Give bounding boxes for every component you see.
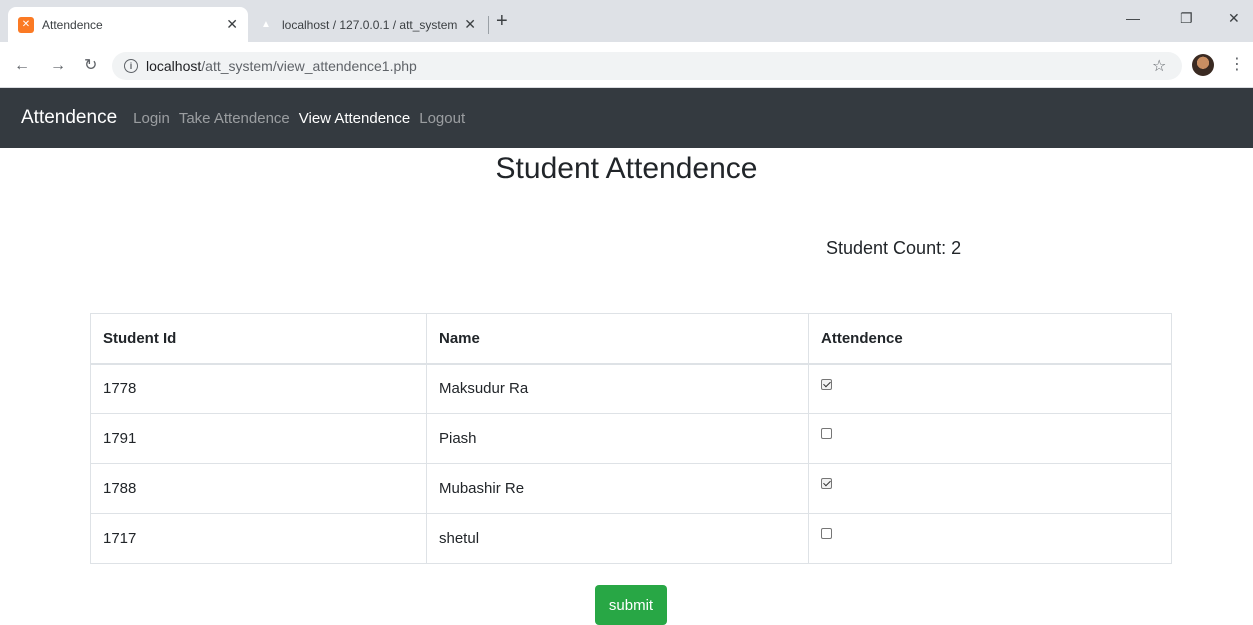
table-row: 1778 Maksudur Ra bbox=[90, 363, 1172, 414]
student-id-cell: 1791 bbox=[90, 413, 427, 464]
url-host: localhost bbox=[146, 58, 202, 74]
nav-link-login[interactable]: Login bbox=[133, 110, 170, 127]
student-name-cell: Maksudur Ra bbox=[426, 363, 809, 414]
back-icon[interactable]: ← bbox=[14, 56, 30, 76]
minimize-icon[interactable]: — bbox=[1126, 10, 1140, 26]
tab-title: localhost / 127.0.0.1 / att_system bbox=[282, 17, 458, 32]
tab-phpmyadmin[interactable]: ▲ localhost / 127.0.0.1 / att_system ✕ bbox=[248, 7, 486, 42]
browser-tab-bar: ✕ Attendence ✕ ▲ localhost / 127.0.0.1 /… bbox=[0, 0, 1253, 42]
url-path: /att_system/view_attendence1.php bbox=[201, 58, 417, 74]
nav-link-take-attendence[interactable]: Take Attendence bbox=[179, 110, 290, 127]
close-icon[interactable]: ✕ bbox=[226, 16, 238, 33]
attendence-checkbox[interactable] bbox=[821, 528, 832, 539]
tab-title: Attendence bbox=[42, 17, 103, 32]
student-name-cell: Piash bbox=[426, 413, 809, 464]
forward-icon[interactable]: → bbox=[50, 56, 66, 76]
reload-icon[interactable]: ↻ bbox=[84, 56, 97, 76]
student-count: Student Count: 2 bbox=[826, 238, 962, 258]
student-id-cell: 1717 bbox=[90, 513, 427, 564]
window-close-icon[interactable]: ✕ bbox=[1228, 10, 1240, 27]
attendence-checkbox[interactable] bbox=[821, 428, 832, 439]
url-input[interactable]: i localhost/att_system/view_attendence1.… bbox=[112, 52, 1182, 80]
attendence-cell bbox=[808, 413, 1172, 464]
student-name-cell: shetul bbox=[426, 513, 809, 564]
nav-link-view-attendence[interactable]: View Attendence bbox=[299, 110, 410, 127]
tab-separator bbox=[488, 16, 489, 34]
attendence-cell bbox=[808, 513, 1172, 564]
attendence-checkbox[interactable] bbox=[821, 378, 832, 390]
new-tab-icon[interactable]: + bbox=[496, 11, 508, 31]
attendence-cell bbox=[808, 463, 1172, 514]
navbar-brand[interactable]: Attendence bbox=[21, 107, 117, 129]
table-row: 1788 Mubashir Re bbox=[90, 463, 1172, 514]
student-name-cell: Mubashir Re bbox=[426, 463, 809, 514]
nav-link-logout[interactable]: Logout bbox=[419, 110, 465, 127]
tab-attendence[interactable]: ✕ Attendence ✕ bbox=[8, 7, 248, 42]
submit-button[interactable]: submit bbox=[595, 585, 667, 625]
avatar[interactable] bbox=[1192, 54, 1214, 76]
phpmyadmin-icon: ▲ bbox=[261, 19, 271, 30]
attendence-cell bbox=[808, 363, 1172, 414]
xampp-icon: ✕ bbox=[18, 16, 34, 33]
restore-icon[interactable]: ❐ bbox=[1180, 10, 1193, 27]
column-header-name: Name bbox=[426, 313, 809, 365]
table-header-row: Student Id Name Attendence bbox=[90, 313, 1172, 365]
attendence-checkbox[interactable] bbox=[821, 478, 832, 489]
attendance-table: Student Id Name Attendence 1778 Maksudur… bbox=[90, 313, 1172, 564]
bookmark-star-icon[interactable]: ☆ bbox=[1152, 56, 1166, 76]
app-navbar: Attendence Login Take Attendence View At… bbox=[0, 88, 1253, 148]
table-row: 1791 Piash bbox=[90, 413, 1172, 464]
info-icon[interactable]: i bbox=[124, 59, 138, 73]
close-icon[interactable]: ✕ bbox=[464, 16, 476, 33]
student-id-cell: 1788 bbox=[90, 463, 427, 514]
column-header-student-id: Student Id bbox=[90, 313, 427, 365]
page-title: Student Attendence bbox=[495, 152, 758, 185]
table-row: 1717 shetul bbox=[90, 513, 1172, 564]
menu-kebab-icon[interactable]: ⋮ bbox=[1229, 54, 1245, 74]
student-id-cell: 1778 bbox=[90, 363, 427, 414]
column-header-attendence: Attendence bbox=[808, 313, 1172, 365]
